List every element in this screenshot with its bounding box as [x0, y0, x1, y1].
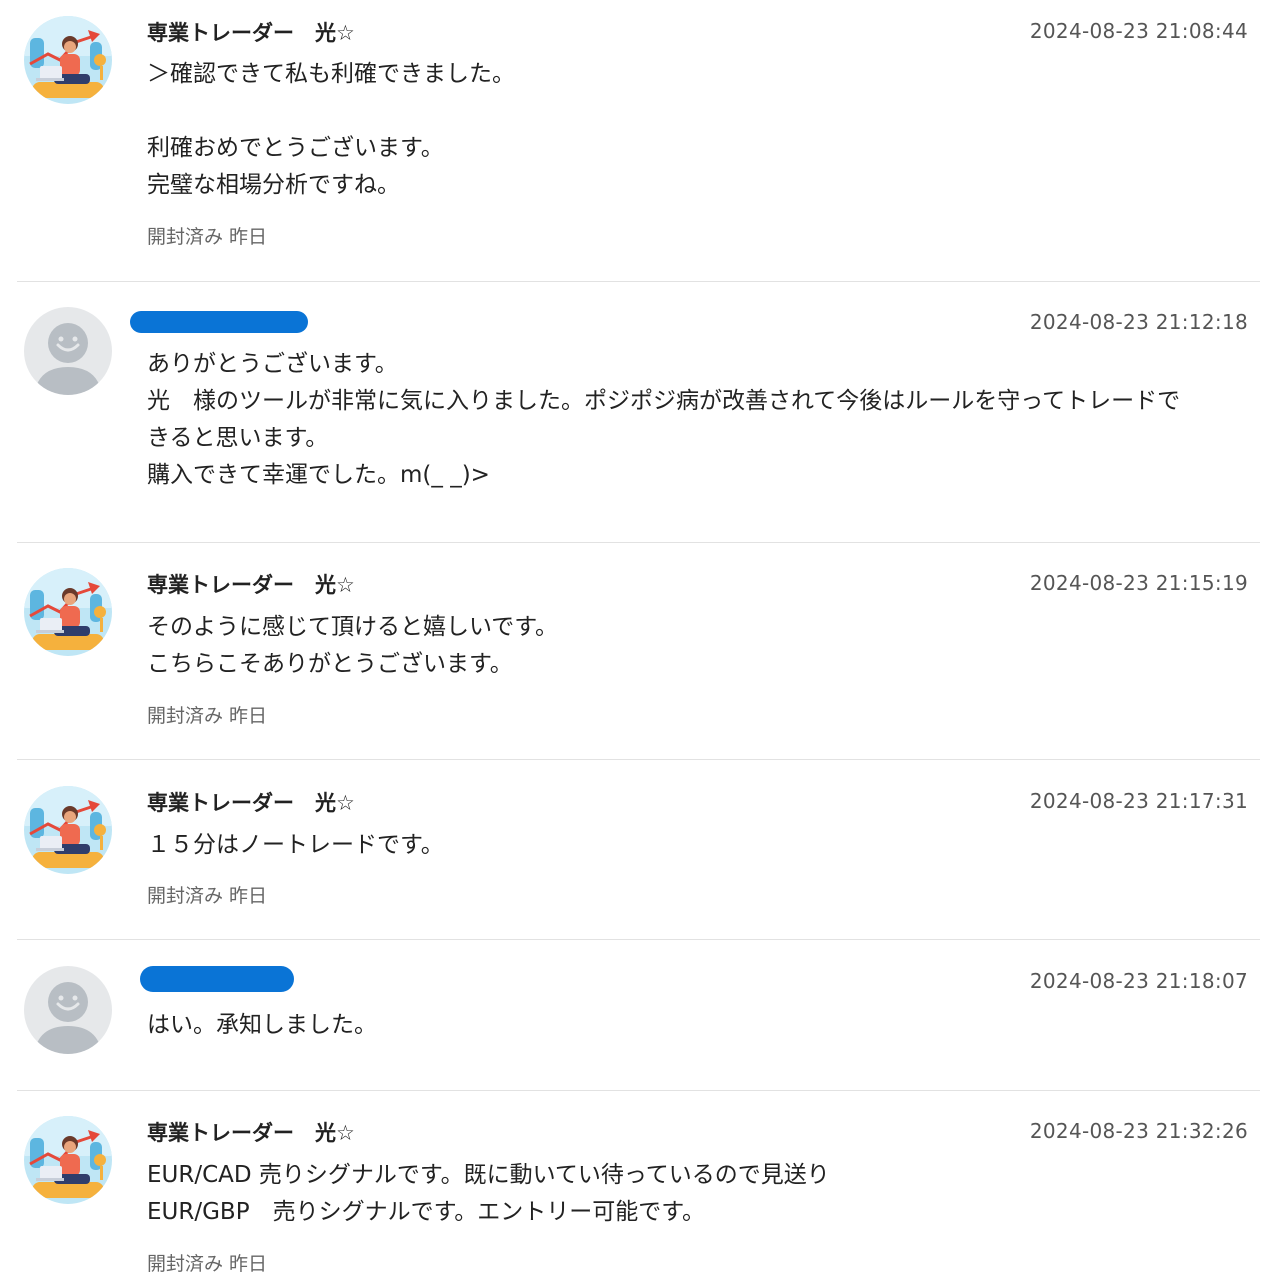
default-user-avatar[interactable]	[24, 966, 112, 1054]
sender-name[interactable]: 専業トレーダー 光☆	[147, 790, 355, 816]
message-line: 購入できて幸運でした。m(_ _)>	[147, 462, 490, 488]
message-body: そのように感じて頂けると嬉しいです。 こちらこそありがとうございます。	[147, 609, 1257, 683]
sender-name[interactable]: 専業トレーダー 光☆	[147, 572, 355, 598]
trader-avatar[interactable]	[24, 786, 112, 874]
trader-avatar-image	[24, 16, 112, 104]
message-line: 完璧な相場分析ですね。	[147, 172, 400, 198]
read-status: 開封済み 昨日	[147, 226, 268, 248]
message-timestamp: 2024-08-23 21:08:44	[1029, 19, 1248, 43]
message-body: EUR/CAD 売りシグナルです。既に動いてい待っているので見送り EUR/GB…	[147, 1157, 1257, 1231]
message-line: 光 様のツールが非常に気に入りました。ポジポジ病が改善されて今後はルールを守って…	[147, 388, 1181, 414]
message-line: きると思います。	[147, 425, 329, 451]
message-divider	[17, 542, 1260, 543]
trader-avatar-image	[24, 568, 112, 656]
read-status: 開封済み 昨日	[147, 705, 268, 727]
message-line: そのように感じて頂けると嬉しいです。	[147, 614, 559, 640]
read-status: 開封済み 昨日	[147, 885, 268, 907]
message-body: ＞確認できて私も利確できました。 利確おめでとうございます。 完璧な相場分析です…	[147, 56, 1257, 204]
message-timestamp: 2024-08-23 21:15:19	[1029, 571, 1248, 595]
message-divider	[17, 1090, 1260, 1091]
redacted-sender-name	[130, 311, 308, 333]
message-timestamp: 2024-08-23 21:32:26	[1029, 1119, 1248, 1143]
trader-avatar-image	[24, 1116, 112, 1204]
trader-avatar[interactable]	[24, 568, 112, 656]
message-body: １５分はノートレードです。	[147, 827, 1257, 864]
default-user-avatar[interactable]	[24, 307, 112, 395]
message-divider	[17, 759, 1260, 760]
trader-avatar-image	[24, 786, 112, 874]
message-line: EUR/CAD 売りシグナルです。既に動いてい待っているので見送り	[147, 1162, 830, 1188]
read-status: 開封済み 昨日	[147, 1253, 268, 1275]
sender-name[interactable]: 専業トレーダー 光☆	[147, 20, 355, 46]
message-line: １５分はノートレードです。	[147, 832, 444, 858]
message-timestamp: 2024-08-23 21:18:07	[1029, 969, 1248, 993]
message-body: ありがとうございます。 光 様のツールが非常に気に入りました。ポジポジ病が改善さ…	[147, 346, 1257, 494]
message-line: ありがとうございます。	[147, 351, 398, 377]
message-line: EUR/GBP 売りシグナルです。エントリー可能です。	[147, 1199, 705, 1225]
message-timestamp: 2024-08-23 21:12:18	[1029, 310, 1248, 334]
message-line: 利確おめでとうございます。	[147, 135, 444, 161]
message-line: ＞確認できて私も利確できました。	[147, 61, 515, 87]
trader-avatar[interactable]	[24, 16, 112, 104]
message-body: はい。承知しました。	[147, 1007, 1257, 1044]
message-divider	[17, 939, 1260, 940]
message-divider	[17, 281, 1260, 282]
message-line: はい。承知しました。	[147, 1012, 377, 1038]
message-timestamp: 2024-08-23 21:17:31	[1029, 789, 1248, 813]
trader-avatar[interactable]	[24, 1116, 112, 1204]
message-line	[147, 93, 1257, 130]
default-user-avatar-image	[24, 966, 112, 1054]
sender-name[interactable]: 専業トレーダー 光☆	[147, 1120, 355, 1146]
default-user-avatar-image	[24, 307, 112, 395]
message-line: こちらこそありがとうございます。	[147, 651, 513, 677]
message-thread: 専業トレーダー 光☆ 2024-08-23 21:08:44 ＞確認できて私も利…	[0, 0, 1284, 1286]
redacted-sender-name	[140, 966, 294, 992]
